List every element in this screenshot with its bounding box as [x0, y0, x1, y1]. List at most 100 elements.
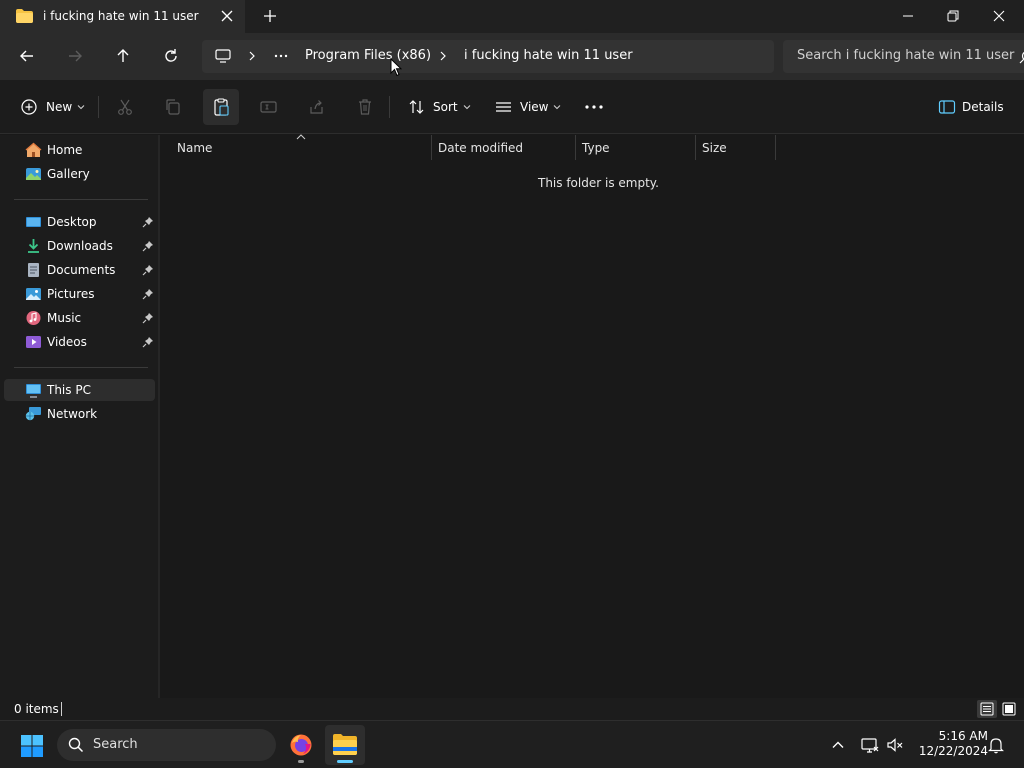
command-bar: New Sort View Details: [0, 80, 1024, 134]
close-icon[interactable]: [219, 8, 235, 24]
sort-button[interactable]: Sort: [407, 95, 472, 119]
windows-start-icon[interactable]: [20, 734, 44, 758]
taskbar: Search 5:16 AM 12/22/2024: [0, 720, 1024, 768]
pin-icon[interactable]: [142, 240, 154, 252]
chevron-right-icon[interactable]: [246, 50, 258, 62]
sidebar-item-network[interactable]: Network: [4, 403, 155, 425]
title-bar: i fucking hate win 11 user: [0, 0, 1024, 33]
column-header-name[interactable]: Name: [177, 141, 212, 155]
pin-icon[interactable]: [142, 288, 154, 300]
delete-button: [355, 95, 375, 119]
pictures-icon: [26, 288, 41, 300]
active-indicator: [337, 760, 353, 763]
sidebar-item-music[interactable]: Music: [4, 307, 155, 329]
details-pane-icon: [938, 100, 956, 114]
pin-icon[interactable]: [142, 216, 154, 228]
minimize-icon[interactable]: [898, 6, 918, 26]
tiles-view-toggle[interactable]: [999, 700, 1019, 718]
pin-icon[interactable]: [142, 336, 154, 348]
more-horizontal-icon: [585, 105, 603, 109]
sidebar-item-videos[interactable]: Videos: [4, 331, 155, 353]
pin-icon[interactable]: [142, 264, 154, 276]
search-icon: [68, 737, 84, 753]
sidebar-item-home[interactable]: Home: [4, 139, 155, 161]
empty-folder-message: This folder is empty.: [538, 176, 659, 190]
sidebar-divider: [14, 199, 148, 200]
view-label: View: [520, 100, 549, 114]
monitor-icon[interactable]: [214, 48, 232, 64]
notification-bell-icon[interactable]: [986, 735, 1006, 755]
column-header-date-modified[interactable]: Date modified: [438, 141, 523, 155]
rename-button: [259, 95, 279, 119]
close-window-icon[interactable]: [989, 6, 1009, 26]
column-header-type[interactable]: Type: [582, 141, 610, 155]
sidebar-item-label: Network: [47, 407, 98, 421]
share-button: [307, 95, 327, 119]
more-options-button[interactable]: [584, 95, 604, 119]
column-divider[interactable]: [695, 135, 696, 160]
details-view-toggle[interactable]: [977, 700, 997, 718]
this-pc-icon: [26, 384, 41, 398]
view-list-icon: [496, 102, 511, 112]
sidebar-item-label: Gallery: [47, 167, 90, 181]
sidebar-item-documents[interactable]: Documents: [4, 259, 155, 281]
scissors-icon: [118, 99, 132, 115]
taskbar-app-file-explorer[interactable]: [325, 725, 365, 765]
taskbar-search[interactable]: Search: [57, 729, 276, 761]
details-pane-button[interactable]: Details: [938, 95, 1004, 119]
taskbar-app-firefox[interactable]: [281, 725, 321, 765]
cut-button: [115, 95, 135, 119]
column-divider[interactable]: [775, 135, 776, 160]
address-bar[interactable]: Program Files (x86) i fucking hate win 1…: [202, 40, 774, 73]
tiles-view-icon: [1002, 702, 1016, 716]
chevron-down-icon: [554, 105, 561, 110]
details-view-icon: [980, 702, 994, 716]
add-circle-icon: [21, 99, 37, 115]
system-clock[interactable]: 5:16 AM 12/22/2024: [912, 729, 988, 759]
status-bar: 0 items: [0, 698, 1024, 720]
sidebar-item-label: Downloads: [47, 239, 113, 253]
copy-icon: [166, 99, 180, 115]
breadcrumb-program-files[interactable]: Program Files (x86): [305, 48, 431, 63]
sidebar-item-gallery[interactable]: Gallery: [4, 163, 155, 185]
breadcrumb-current-folder[interactable]: i fucking hate win 11 user: [464, 48, 633, 63]
pin-icon[interactable]: [142, 312, 154, 324]
sidebar-item-desktop[interactable]: Desktop: [4, 211, 155, 233]
sidebar-item-label: Home: [47, 143, 83, 157]
volume-muted-icon[interactable]: [885, 735, 905, 755]
tab-current-folder[interactable]: i fucking hate win 11 user: [0, 0, 245, 33]
paste-button[interactable]: [203, 89, 239, 125]
gallery-icon: [26, 168, 41, 180]
network-status-icon[interactable]: [860, 735, 880, 755]
new-button[interactable]: New: [20, 95, 86, 119]
view-button[interactable]: View: [494, 95, 562, 119]
restore-icon[interactable]: [943, 6, 963, 26]
column-header-size[interactable]: Size: [702, 141, 727, 155]
back-arrow-icon[interactable]: [16, 45, 38, 67]
clipboard-icon: [214, 98, 229, 116]
sidebar-divider: [14, 367, 148, 368]
new-label: New: [46, 100, 73, 114]
plus-icon[interactable]: [262, 8, 278, 24]
clock-date: 12/22/2024: [918, 744, 988, 758]
search-input[interactable]: Search i fucking hate win 11 user: [783, 40, 1024, 73]
desktop-icon: [26, 217, 41, 227]
chevron-up-icon[interactable]: [828, 735, 848, 755]
music-icon: [26, 311, 41, 325]
up-arrow-icon[interactable]: [112, 45, 134, 67]
sidebar-item-label: Videos: [47, 335, 87, 349]
more-crumbs-icon[interactable]: [274, 50, 288, 62]
item-count: 0 items: [14, 702, 59, 716]
file-explorer-icon: [333, 734, 357, 755]
refresh-icon[interactable]: [160, 45, 182, 67]
chevron-right-icon[interactable]: [437, 50, 449, 62]
sidebar-item-pictures[interactable]: Pictures: [4, 283, 155, 305]
sidebar-item-this-pc[interactable]: This PC: [4, 379, 155, 401]
running-indicator: [298, 760, 304, 763]
clock-time: 5:16 AM: [938, 729, 988, 743]
file-list[interactable]: Name Date modified Type Size This folder…: [160, 134, 1024, 698]
sidebar-item-downloads[interactable]: Downloads: [4, 235, 155, 257]
column-divider[interactable]: [575, 135, 576, 160]
sidebar-item-label: Desktop: [47, 215, 97, 229]
column-divider[interactable]: [431, 135, 432, 160]
